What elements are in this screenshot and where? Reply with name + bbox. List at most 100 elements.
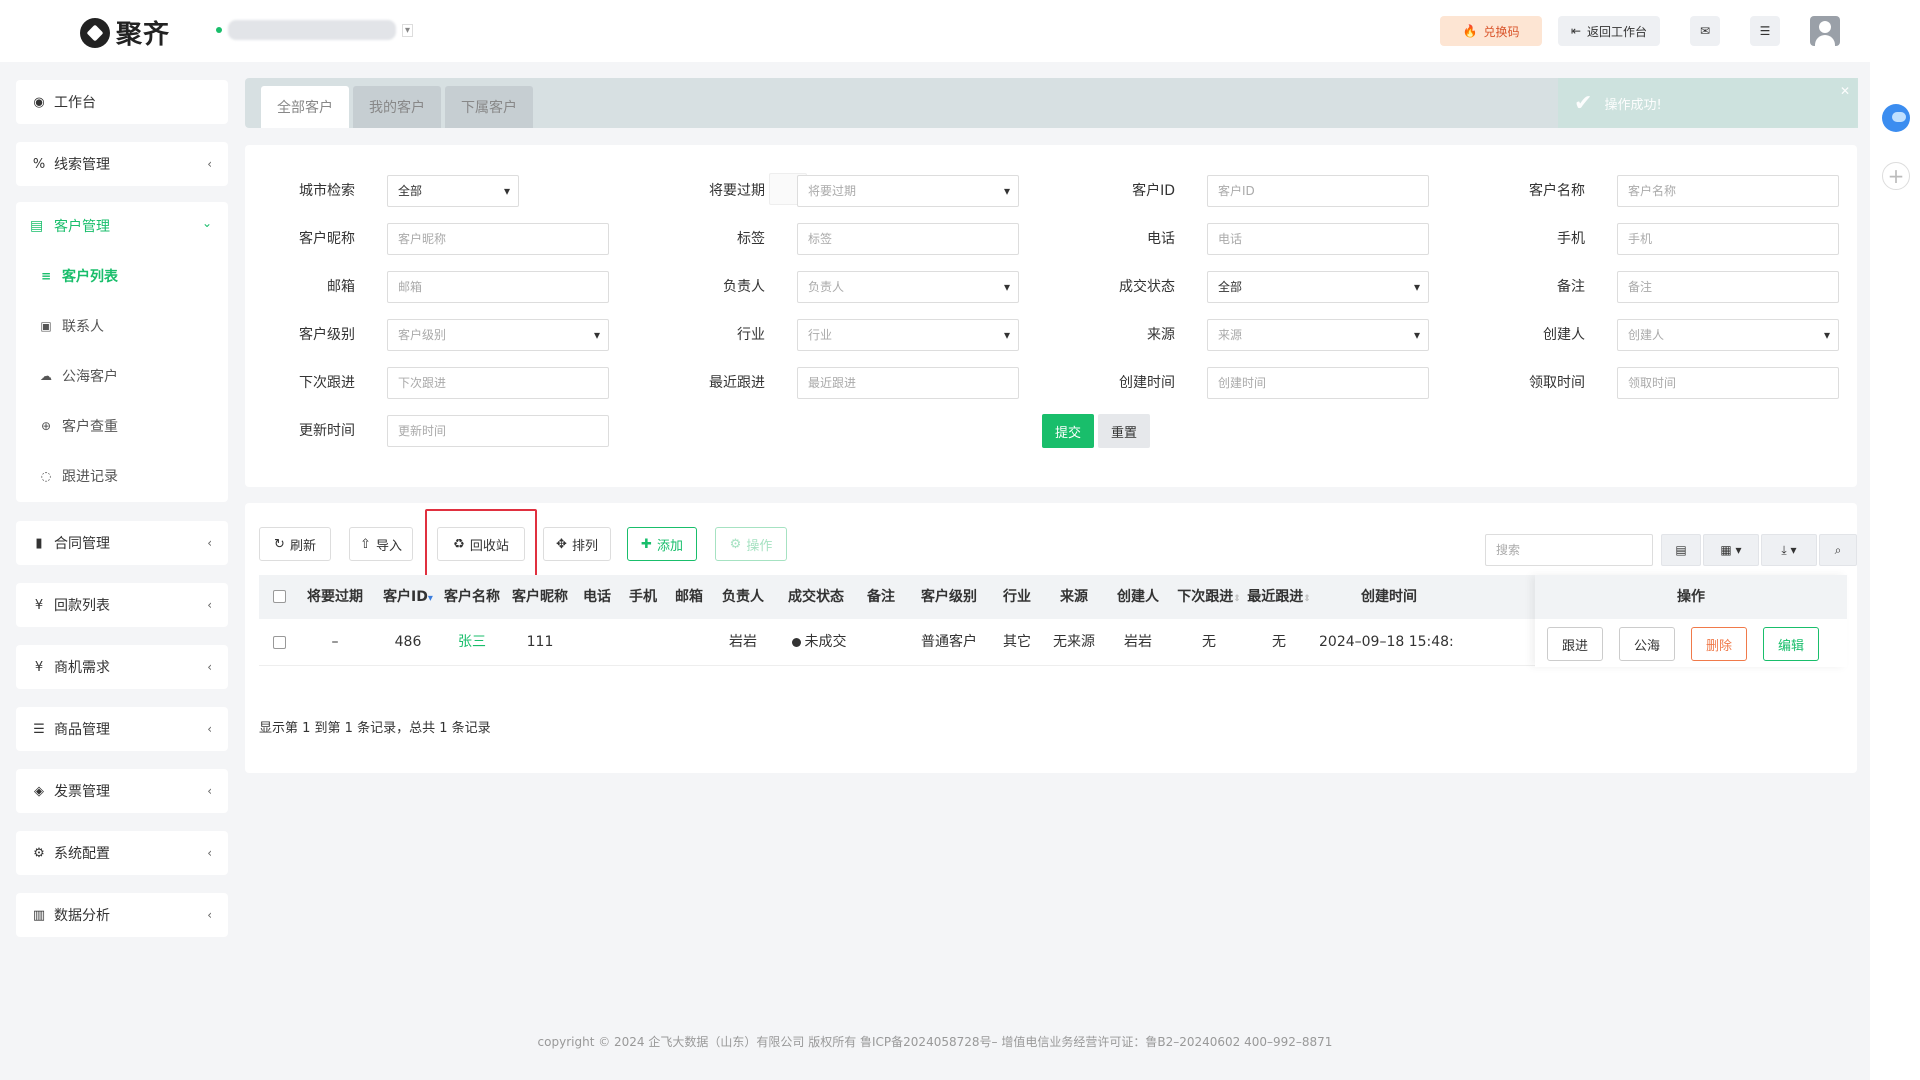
id-card-icon: ▤ xyxy=(30,218,44,234)
import-button[interactable]: ⇧ 导入 xyxy=(349,527,413,561)
cell-customer-name-link[interactable]: 张三 xyxy=(441,619,503,665)
sidebar-item-public-pool[interactable]: ☁ 公海客户 xyxy=(38,366,118,386)
user-avatar[interactable] xyxy=(1810,16,1840,46)
col-next-follow[interactable]: 下次跟进⇕ xyxy=(1175,575,1243,619)
col-mobile[interactable]: 手机 xyxy=(623,575,663,619)
sidebar-item-system[interactable]: ⚙ 系统配置 ‹ xyxy=(16,831,228,875)
plus-circle-icon[interactable]: + xyxy=(1882,162,1910,190)
city-select[interactable]: 全部 xyxy=(387,175,519,207)
follow-up-button[interactable]: 跟进 xyxy=(1547,627,1603,661)
tab-all-customers[interactable]: 全部客户 xyxy=(261,86,349,128)
search-button[interactable]: ⌕ xyxy=(1819,534,1857,566)
select-all-checkbox[interactable] xyxy=(273,590,286,603)
remark-input[interactable]: 备注 xyxy=(1617,271,1839,303)
caret-down-icon[interactable]: ▾ xyxy=(402,23,414,37)
cell-created-time: 2024–09–18 15:48: xyxy=(1319,634,1454,650)
columns-button[interactable]: ▦ ▾ xyxy=(1703,534,1759,566)
refresh-button[interactable]: ↻ 刷新 xyxy=(259,527,331,561)
search-plus-icon: ⊕ xyxy=(40,419,52,433)
back-to-workbench-button[interactable]: ⇤ 返回工作台 xyxy=(1558,16,1660,46)
edit-button[interactable]: 编辑 xyxy=(1763,627,1819,661)
recycle-bin-button[interactable]: ♻ 回收站 xyxy=(437,527,525,561)
cell-owner: 岩岩 xyxy=(729,634,757,650)
menu-button[interactable]: ☰ xyxy=(1750,16,1780,46)
filter-label: 电话 xyxy=(1147,231,1175,247)
deal-status-select[interactable]: 全部 xyxy=(1207,271,1429,303)
phone-input[interactable]: 电话 xyxy=(1207,223,1429,255)
sidebar-item-customer-mgmt[interactable]: ▤ 客户管理 xyxy=(30,216,110,236)
brand-logo[interactable]: 聚齐 xyxy=(80,14,170,51)
customer-name-input[interactable]: 客户名称 xyxy=(1617,175,1839,207)
filter-label: 创建人 xyxy=(1543,327,1585,343)
col-deal-status[interactable]: 成交状态 xyxy=(781,575,851,619)
filter-label: 成交状态 xyxy=(1119,279,1175,295)
claim-time-input[interactable]: 领取时间 xyxy=(1617,367,1839,399)
next-follow-input[interactable]: 下次跟进 xyxy=(387,367,609,399)
operate-button[interactable]: ⚙ 操作 xyxy=(715,527,787,561)
reset-button[interactable]: 重置 xyxy=(1098,414,1150,448)
sidebar-item-followups[interactable]: ◌ 跟进记录 xyxy=(38,466,118,486)
exit-arrow-icon: ⇤ xyxy=(1570,24,1582,38)
toggle-view-button[interactable]: ▤ xyxy=(1661,534,1701,566)
industry-select[interactable]: 行业 xyxy=(797,319,1019,351)
level-select[interactable]: 客户级别 xyxy=(387,319,609,351)
redeem-code-button[interactable]: 🔥 兑换码 xyxy=(1440,16,1542,46)
mobile-input[interactable]: 手机 xyxy=(1617,223,1839,255)
sidebar-item-dedupe[interactable]: ⊕ 客户查重 xyxy=(38,416,118,436)
col-level[interactable]: 客户级别 xyxy=(911,575,987,619)
updated-time-input[interactable]: 更新时间 xyxy=(387,415,609,447)
filter-label: 领取时间 xyxy=(1529,375,1585,391)
nickname-input[interactable]: 客户昵称 xyxy=(387,223,609,255)
close-icon[interactable]: ✕ xyxy=(1840,84,1850,98)
col-nickname[interactable]: 客户昵称 xyxy=(507,575,573,619)
submit-button[interactable]: 提交 xyxy=(1042,414,1094,448)
customer-id-input[interactable]: 客户ID xyxy=(1207,175,1429,207)
col-phone[interactable]: 电话 xyxy=(577,575,617,619)
sidebar-item-customer-list[interactable]: ≡ 客户列表 xyxy=(38,266,118,286)
owner-select[interactable]: 负责人 xyxy=(797,271,1019,303)
tab-my-customers[interactable]: 我的客户 xyxy=(353,86,441,128)
creator-select[interactable]: 创建人 xyxy=(1617,319,1839,351)
mail-button[interactable]: ✉ xyxy=(1690,16,1720,46)
sidebar-item-contacts[interactable]: ▣ 联系人 xyxy=(38,316,104,336)
chat-bubble-icon[interactable] xyxy=(1882,104,1910,132)
source-select[interactable]: 来源 xyxy=(1207,319,1429,351)
col-source[interactable]: 来源 xyxy=(1047,575,1101,619)
tag-input[interactable]: 标签 xyxy=(797,223,1019,255)
sidebar-item-analytics[interactable]: ▥ 数据分析 ‹ xyxy=(16,893,228,937)
sidebar-item-invoices[interactable]: ◈ 发票管理 ‹ xyxy=(16,769,228,813)
col-industry[interactable]: 行业 xyxy=(995,575,1039,619)
chevron-left-icon: ‹ xyxy=(207,784,212,798)
sidebar-item-products[interactable]: ☰ 商品管理 ‹ xyxy=(16,707,228,751)
sidebar-sub-label: 公海客户 xyxy=(62,369,118,385)
sidebar-sub-label: 客户列表 xyxy=(62,269,118,285)
email-input[interactable]: 邮箱 xyxy=(387,271,609,303)
add-customer-button[interactable]: ✚ 添加 xyxy=(627,527,697,561)
sidebar-item-opportunities[interactable]: ¥ 商机需求 ‹ xyxy=(16,645,228,689)
move-to-pool-button[interactable]: 公海 xyxy=(1619,627,1675,661)
export-button[interactable]: ⤓ ▾ xyxy=(1761,534,1817,566)
tab-subordinate-customers[interactable]: 下属客户 xyxy=(445,86,533,128)
col-customer-name[interactable]: 客户名称 xyxy=(441,575,503,619)
table-search-input[interactable]: 搜索 xyxy=(1485,534,1653,566)
sidebar-item-leads[interactable]: % 线索管理 ‹ xyxy=(16,142,228,186)
sidebar-item-payments[interactable]: ¥ 回款列表 ‹ xyxy=(16,583,228,627)
col-last-follow[interactable]: 最近跟进⇕ xyxy=(1245,575,1313,619)
org-switcher[interactable]: ▾ xyxy=(216,20,414,40)
last-follow-input[interactable]: 最近跟进 xyxy=(797,367,1019,399)
col-owner[interactable]: 负责人 xyxy=(715,575,771,619)
col-customer-id[interactable]: 客户ID▾ xyxy=(377,575,439,619)
delete-button[interactable]: 删除 xyxy=(1691,627,1747,661)
right-rail: + xyxy=(1870,62,1920,1080)
expire-select[interactable]: 将要过期 xyxy=(797,175,1019,207)
col-creator[interactable]: 创建人 xyxy=(1109,575,1167,619)
col-created-time[interactable]: 创建时间 xyxy=(1319,575,1459,619)
col-remark[interactable]: 备注 xyxy=(859,575,903,619)
col-email[interactable]: 邮箱 xyxy=(669,575,709,619)
col-expire[interactable]: 将要过期 xyxy=(299,575,371,619)
sidebar-item-contracts[interactable]: ▮ 合同管理 ‹ xyxy=(16,521,228,565)
arrange-button[interactable]: ✥ 排列 xyxy=(543,527,611,561)
created-time-input[interactable]: 创建时间 xyxy=(1207,367,1429,399)
sidebar-item-workbench[interactable]: ◉ 工作台 xyxy=(16,80,228,124)
row-checkbox[interactable] xyxy=(273,636,286,649)
